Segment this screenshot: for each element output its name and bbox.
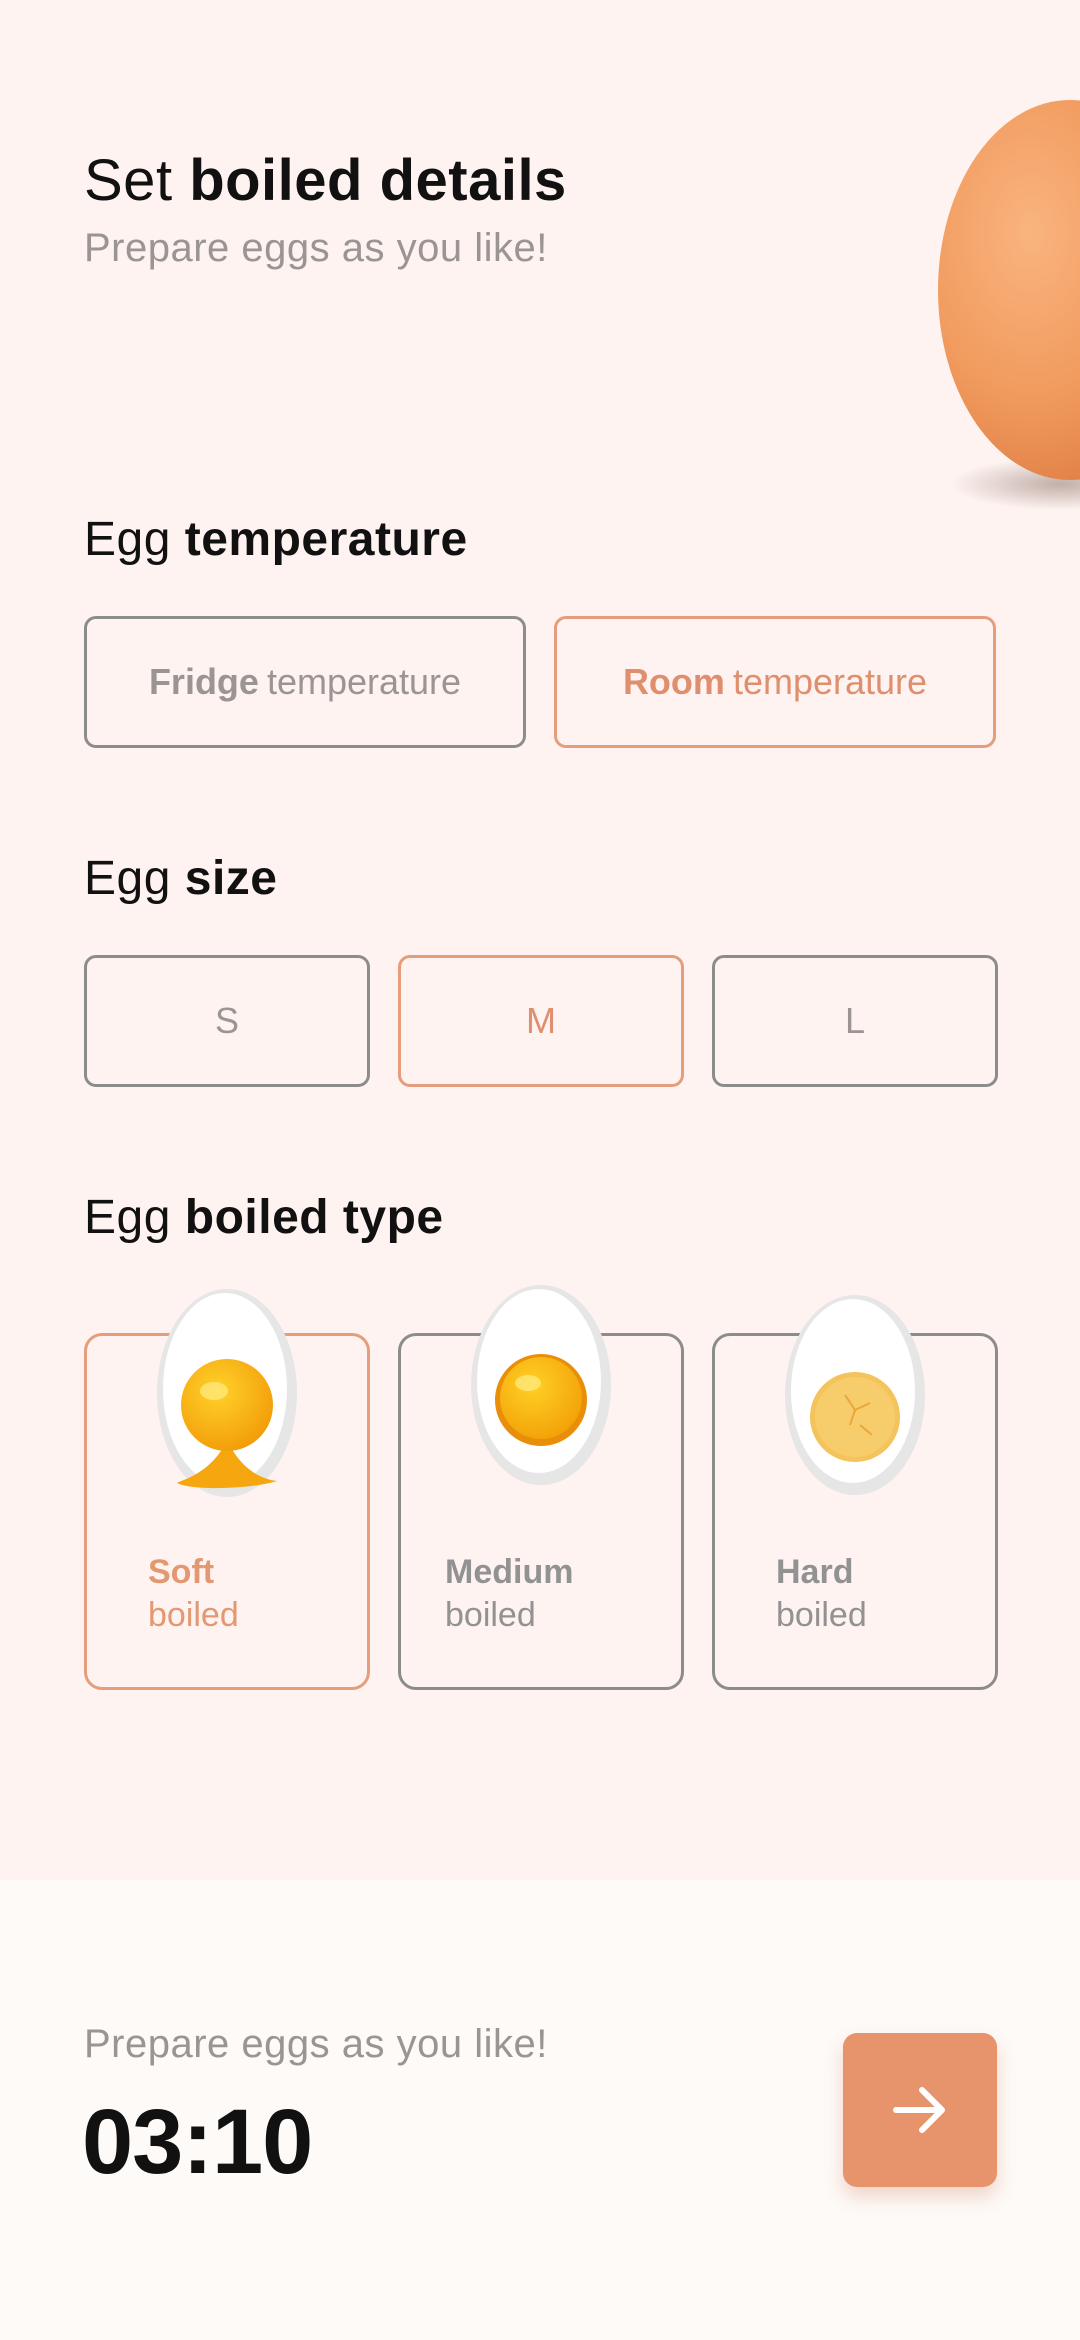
page-title: Set boiled details: [84, 148, 567, 213]
footer-subtitle: Prepare eggs as you like!: [84, 2022, 548, 2066]
egg-photo-image: [938, 100, 1080, 510]
room-temperature-option[interactable]: Room temperature: [554, 616, 996, 748]
soft-boiled-label: Soft boiled: [148, 1553, 239, 1634]
next-button[interactable]: [843, 2033, 997, 2187]
size-option-m[interactable]: M: [398, 955, 684, 1087]
medium-boiled-label: Medium boiled: [445, 1553, 574, 1634]
soft-boiled-egg-icon: [157, 1289, 297, 1497]
medium-boiled-egg-icon: [471, 1285, 611, 1485]
temperature-section-title: Egg temperature: [84, 513, 468, 566]
boiled-type-section-title: Egg boiled type: [84, 1191, 444, 1244]
size-option-s[interactable]: S: [84, 955, 370, 1087]
fridge-temperature-option[interactable]: Fridge temperature: [84, 616, 526, 748]
arrow-right-icon: [893, 2087, 945, 2133]
page-subtitle: Prepare eggs as you like!: [84, 226, 548, 270]
size-section-title: Egg size: [84, 852, 278, 905]
timer-display: 03:10: [82, 2091, 313, 2193]
hard-boiled-label: Hard boiled: [776, 1553, 867, 1634]
hard-boiled-egg-icon: [785, 1295, 925, 1495]
size-option-l[interactable]: L: [712, 955, 998, 1087]
